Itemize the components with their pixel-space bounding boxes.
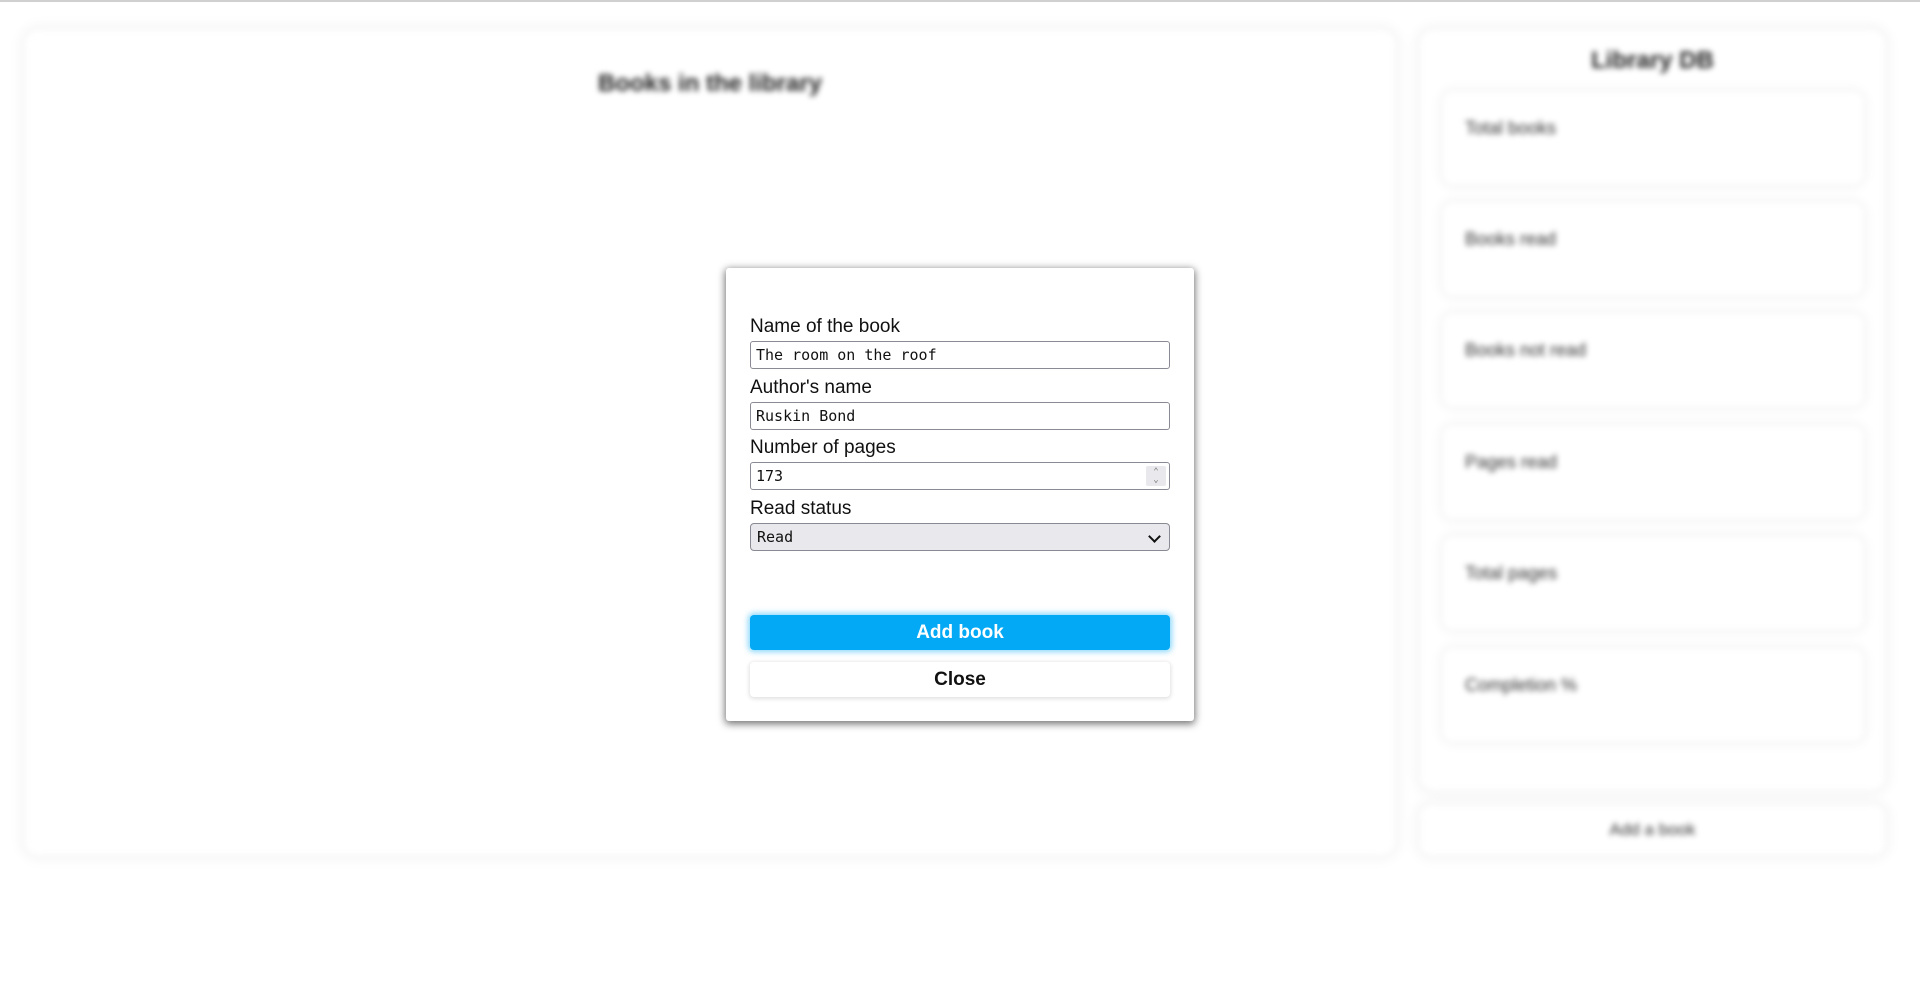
stat-card-books-read: Books read xyxy=(1443,203,1863,295)
stat-card-books-not-read: Books not read xyxy=(1443,314,1863,406)
stat-card-pages-read: Pages read xyxy=(1443,426,1863,518)
stat-label: Pages read xyxy=(1465,452,1558,472)
stat-card-total-pages: Total pages xyxy=(1443,537,1863,629)
stat-card-total-books: Total books xyxy=(1443,92,1863,184)
stat-card-completion: Completion % xyxy=(1443,649,1863,741)
stat-label: Completion % xyxy=(1465,675,1578,695)
stat-label: Books read xyxy=(1465,229,1557,249)
author-input[interactable]: Ruskin Bond xyxy=(750,402,1170,430)
read-status-label: Read status xyxy=(750,498,852,519)
author-label: Author's name xyxy=(750,377,872,398)
author-field: Author's name Ruskin Bond xyxy=(750,376,1170,430)
add-book-dialog: Name of the book The room on the roof Au… xyxy=(726,268,1194,721)
pages-field: Number of pages 173 ⌃ ⌄ xyxy=(750,436,1170,490)
pages-label: Number of pages xyxy=(750,437,896,458)
read-status-select[interactable]: Read xyxy=(750,523,1170,551)
pages-spinner[interactable]: ⌃ ⌄ xyxy=(1146,466,1166,486)
read-status-value: Read xyxy=(757,528,794,546)
book-name-field: Name of the book The room on the roof xyxy=(750,315,1170,369)
add-a-book-button[interactable]: Add a book xyxy=(1420,805,1885,855)
stat-label: Total pages xyxy=(1465,563,1558,583)
stat-label: Books not read xyxy=(1465,340,1587,360)
library-stats-sidebar: Library DB Total books Books read Books … xyxy=(1420,30,1885,790)
pages-value: 173 xyxy=(756,467,784,485)
book-name-input[interactable]: The room on the roof xyxy=(750,341,1170,369)
stat-label: Total books xyxy=(1465,118,1557,138)
read-status-field: Read status Read xyxy=(750,497,1170,551)
add-book-button[interactable]: Add book xyxy=(750,615,1170,650)
chevron-down-icon xyxy=(1148,530,1161,543)
close-button[interactable]: Close xyxy=(750,662,1170,697)
book-name-label: Name of the book xyxy=(750,316,900,337)
spinner-down-icon[interactable]: ⌄ xyxy=(1153,476,1158,485)
books-panel-title: Books in the library xyxy=(597,70,823,97)
sidebar-title: Library DB xyxy=(1591,47,1714,74)
pages-input[interactable]: 173 ⌃ ⌄ xyxy=(750,462,1170,490)
